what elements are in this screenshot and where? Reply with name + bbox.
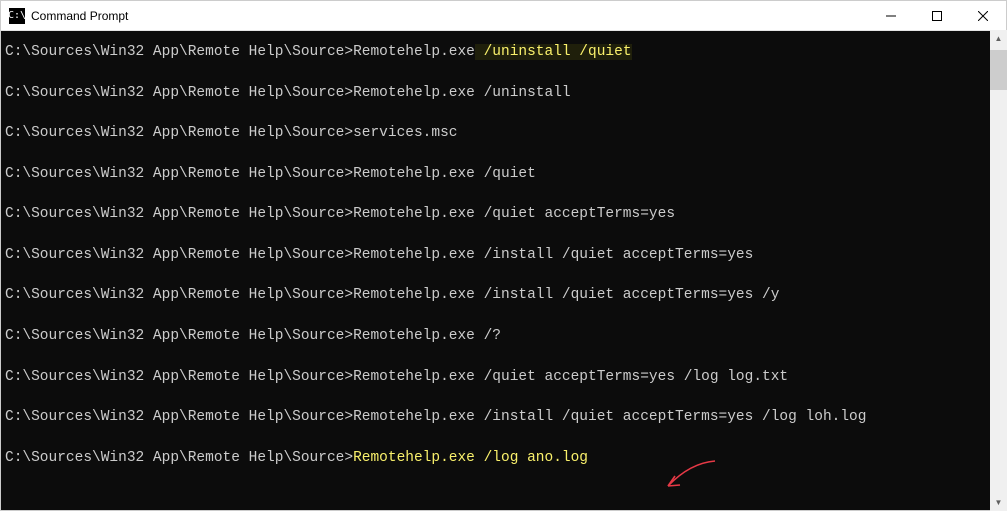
- command-text: Remotehelp.exe /?: [353, 328, 501, 344]
- prompt-path: C:\Sources\Win32 App\Remote Help\Source>: [5, 287, 353, 303]
- prompt-path: C:\Sources\Win32 App\Remote Help\Source>: [5, 247, 353, 263]
- terminal-line: C:\Sources\Win32 App\Remote Help\Source>…: [5, 408, 1002, 428]
- prompt-path: C:\Sources\Win32 App\Remote Help\Source>: [5, 166, 353, 182]
- command-text: Remotehelp.exe /quiet: [353, 166, 536, 182]
- window-title: Command Prompt: [31, 9, 868, 23]
- terminal-output[interactable]: C:\Sources\Win32 App\Remote Help\Source>…: [1, 31, 1006, 510]
- app-icon: C:\: [9, 8, 25, 24]
- terminal-line: C:\Sources\Win32 App\Remote Help\Source>…: [5, 124, 1002, 144]
- command-prompt-window: C:\ Command Prompt C:\Sources\Win32 App\…: [0, 0, 1007, 511]
- window-controls: [868, 1, 1006, 30]
- command-text: Remotehelp.exe /log ano.log: [353, 450, 588, 466]
- vertical-scrollbar[interactable]: ▲ ▼: [990, 30, 1007, 511]
- terminal-line: C:\Sources\Win32 App\Remote Help\Source>…: [5, 286, 1002, 306]
- prompt-path: C:\Sources\Win32 App\Remote Help\Source>: [5, 328, 353, 344]
- command-text: Remotehelp.exe /install /quiet acceptTer…: [353, 287, 779, 303]
- command-text: Remotehelp.exe /uninstall: [353, 85, 571, 101]
- command-text: Remotehelp.exe /install /quiet acceptTer…: [353, 247, 753, 263]
- command-args: /uninstall /quiet: [475, 44, 632, 60]
- titlebar[interactable]: C:\ Command Prompt: [1, 1, 1006, 31]
- prompt-path: C:\Sources\Win32 App\Remote Help\Source>: [5, 44, 353, 60]
- command-text: Remotehelp.exe /quiet acceptTerms=yes /l…: [353, 369, 788, 385]
- terminal-line: C:\Sources\Win32 App\Remote Help\Source>…: [5, 205, 1002, 225]
- command-text: services.msc: [353, 125, 457, 141]
- terminal-line: C:\Sources\Win32 App\Remote Help\Source>…: [5, 165, 1002, 185]
- scroll-down-arrow[interactable]: ▼: [990, 494, 1007, 511]
- command-text: Remotehelp.exe /install /quiet acceptTer…: [353, 409, 866, 425]
- terminal-line: C:\Sources\Win32 App\Remote Help\Source>…: [5, 246, 1002, 266]
- command-text: Remotehelp.exe: [353, 44, 475, 60]
- maximize-button[interactable]: [914, 1, 960, 30]
- prompt-path: C:\Sources\Win32 App\Remote Help\Source>: [5, 206, 353, 222]
- terminal-line: C:\Sources\Win32 App\Remote Help\Source>…: [5, 43, 1002, 63]
- close-button[interactable]: [960, 1, 1006, 30]
- prompt-path: C:\Sources\Win32 App\Remote Help\Source>: [5, 369, 353, 385]
- prompt-path: C:\Sources\Win32 App\Remote Help\Source>: [5, 409, 353, 425]
- scrollbar-thumb[interactable]: [990, 50, 1007, 90]
- prompt-path: C:\Sources\Win32 App\Remote Help\Source>: [5, 85, 353, 101]
- scroll-up-arrow[interactable]: ▲: [990, 30, 1007, 47]
- minimize-button[interactable]: [868, 1, 914, 30]
- prompt-path: C:\Sources\Win32 App\Remote Help\Source>: [5, 125, 353, 141]
- terminal-line: C:\Sources\Win32 App\Remote Help\Source>…: [5, 327, 1002, 347]
- command-text: Remotehelp.exe /quiet acceptTerms=yes: [353, 206, 675, 222]
- terminal-line: C:\Sources\Win32 App\Remote Help\Source>…: [5, 368, 1002, 388]
- terminal-line: C:\Sources\Win32 App\Remote Help\Source>…: [5, 84, 1002, 104]
- terminal-line: C:\Sources\Win32 App\Remote Help\Source>…: [5, 449, 1002, 469]
- prompt-path: C:\Sources\Win32 App\Remote Help\Source>: [5, 450, 353, 466]
